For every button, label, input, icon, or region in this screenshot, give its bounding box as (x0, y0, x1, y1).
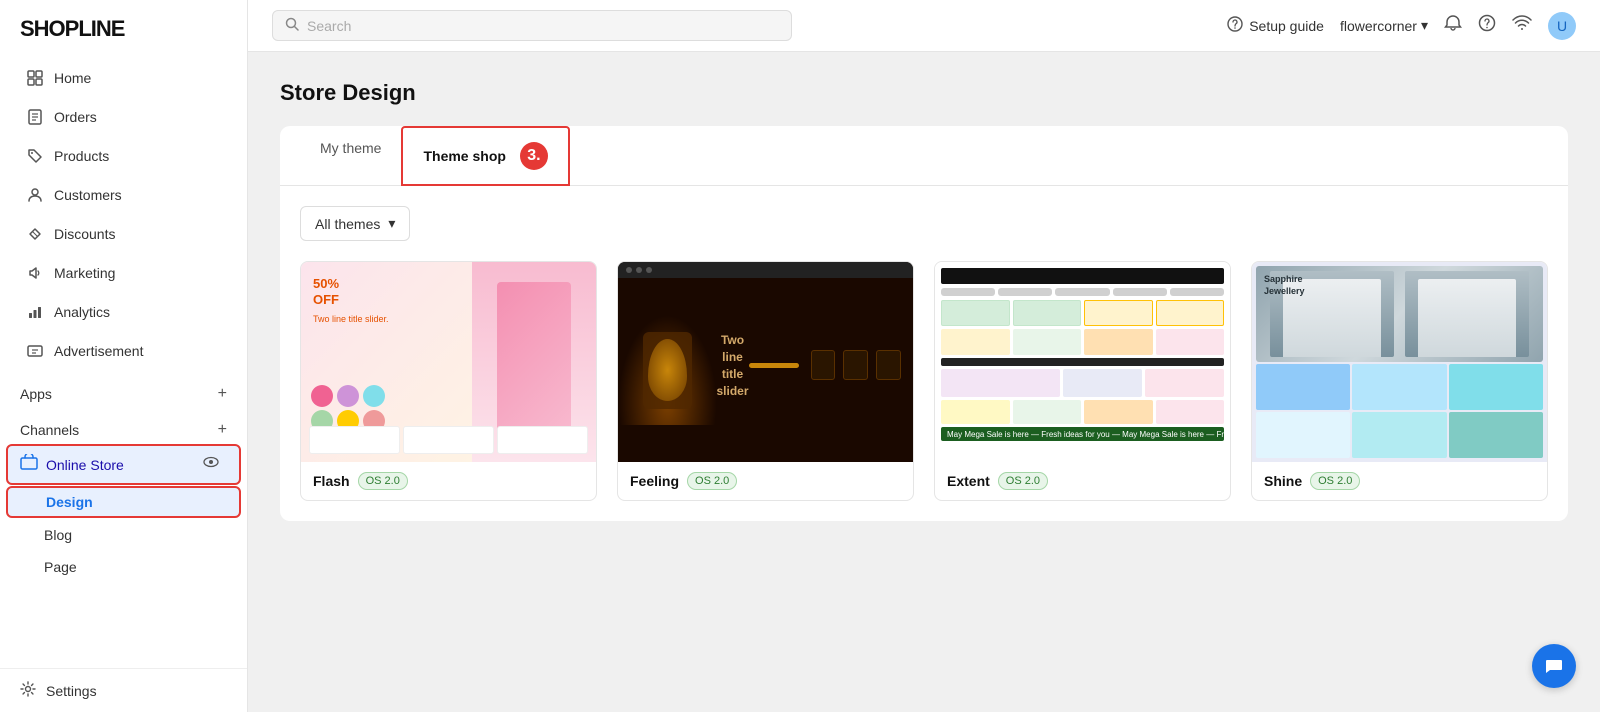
settings-icon (20, 681, 36, 700)
megaphone-icon (26, 264, 44, 282)
sidebar: SHOPLINE Home Orders Products Customers (0, 0, 248, 712)
theme-name-flash: Flash (313, 473, 350, 489)
topbar: Search Setup guide flowercorner ▾ (248, 0, 1600, 52)
settings-label: Settings (46, 683, 97, 699)
step-3-badge: 3. (520, 142, 548, 170)
grid-icon (26, 69, 44, 87)
setup-guide-label: Setup guide (1249, 18, 1324, 34)
sidebar-item-home[interactable]: Home (6, 59, 241, 97)
settings-item[interactable]: Settings (0, 668, 247, 712)
theme-name-shine: Shine (1264, 473, 1302, 489)
discount-icon (26, 225, 44, 243)
sidebar-item-customers-label: Customers (54, 187, 122, 203)
setup-guide[interactable]: Setup guide (1227, 16, 1324, 35)
theme-info-shine: Shine OS 2.0 (1252, 462, 1547, 500)
store-name: flowercorner (1340, 18, 1417, 34)
sidebar-item-advertisement[interactable]: Advertisement (6, 332, 241, 370)
store-selector[interactable]: flowercorner ▾ (1340, 17, 1428, 34)
tag-icon (26, 147, 44, 165)
design-sub-item[interactable]: Design (6, 486, 241, 518)
page-title: Store Design (280, 80, 1568, 106)
wifi-icon (1512, 15, 1532, 36)
sidebar-item-products-label: Products (54, 148, 109, 164)
theme-card-feeling[interactable]: Two linetitle slider (617, 261, 914, 501)
eye-icon[interactable] (203, 454, 219, 475)
theme-card-shine[interactable]: SapphireJewellery (1251, 261, 1548, 501)
channels-label[interactable]: Channels (20, 422, 79, 438)
theme-name-feeling: Feeling (630, 473, 679, 489)
sidebar-item-orders-label: Orders (54, 109, 97, 125)
main-area: Search Setup guide flowercorner ▾ (248, 0, 1600, 712)
search-icon (285, 17, 299, 34)
theme-preview-feeling: Two linetitle slider (618, 262, 913, 462)
tab-my-theme[interactable]: My theme (300, 126, 401, 186)
content-area: Store Design My theme Theme shop 3. All … (248, 52, 1600, 712)
filter-label: All themes (315, 216, 380, 232)
sidebar-item-home-label: Home (54, 70, 91, 86)
sidebar-item-customers[interactable]: Customers (6, 176, 241, 214)
tabs-container: My theme Theme shop 3. (280, 126, 1568, 186)
online-store-label: Online Store (46, 457, 124, 473)
apps-label[interactable]: Apps (20, 386, 52, 402)
theme-info-flash: Flash OS 2.0 (301, 462, 596, 500)
online-store-icon (20, 454, 38, 475)
channels-section-header: Channels + (0, 407, 247, 443)
logo: SHOPLINE (0, 0, 247, 58)
help-icon[interactable] (1478, 14, 1496, 37)
theme-info-feeling: Feeling OS 2.0 (618, 462, 913, 500)
theme-preview-flash: 50%OFF Two line title slider. (301, 262, 596, 462)
search-placeholder: Search (307, 18, 351, 34)
setup-guide-icon (1227, 16, 1243, 35)
sidebar-item-analytics[interactable]: Analytics (6, 293, 241, 331)
sidebar-nav: Home Orders Products Customers Discounts (0, 58, 247, 668)
sidebar-item-orders[interactable]: Orders (6, 98, 241, 136)
apps-section-header: Apps + (0, 371, 247, 407)
receipt-icon (26, 108, 44, 126)
avatar[interactable]: U (1548, 12, 1576, 40)
page-label: Page (44, 559, 77, 575)
person-icon (26, 186, 44, 204)
blog-label: Blog (44, 527, 72, 543)
theme-preview-extent: May Mega Sale is here — Fresh ideas for … (935, 262, 1230, 462)
sidebar-item-marketing-label: Marketing (54, 265, 115, 281)
theme-preview-shine: SapphireJewellery (1252, 262, 1547, 462)
chevron-down-icon: ▾ (1421, 17, 1428, 34)
channels-add-button[interactable]: + (218, 421, 227, 439)
sidebar-item-marketing[interactable]: Marketing (6, 254, 241, 292)
page-sub-item[interactable]: Page (0, 551, 247, 583)
search-bar[interactable]: Search (272, 10, 792, 41)
sidebar-item-analytics-label: Analytics (54, 304, 110, 320)
blog-sub-item[interactable]: Blog (0, 519, 247, 551)
theme-badge-flash: OS 2.0 (358, 472, 408, 490)
theme-badge-feeling: OS 2.0 (687, 472, 737, 490)
topbar-right: Setup guide flowercorner ▾ U (1227, 12, 1576, 40)
all-themes-filter[interactable]: All themes ▾ (300, 206, 410, 241)
chat-button[interactable] (1532, 644, 1576, 688)
sidebar-item-discounts-label: Discounts (54, 226, 115, 242)
apps-add-button[interactable]: + (218, 385, 227, 403)
notification-icon[interactable] (1444, 14, 1462, 37)
theme-badge-shine: OS 2.0 (1310, 472, 1360, 490)
main-card: My theme Theme shop 3. All themes ▾ (280, 126, 1568, 521)
theme-name-extent: Extent (947, 473, 990, 489)
sidebar-item-products[interactable]: Products (6, 137, 241, 175)
theme-info-extent: Extent OS 2.0 (935, 462, 1230, 500)
theme-grid: 50%OFF Two line title slider. (300, 261, 1548, 501)
ad-icon (26, 342, 44, 360)
design-label: Design (46, 494, 93, 510)
tab-theme-shop[interactable]: Theme shop 3. (401, 126, 569, 186)
sidebar-item-advertisement-label: Advertisement (54, 343, 143, 359)
sidebar-item-discounts[interactable]: Discounts (6, 215, 241, 253)
tab-content: All themes ▾ 50%OFF Two line title slide… (280, 186, 1568, 521)
filter-row: All themes ▾ (300, 206, 1548, 241)
chart-icon (26, 303, 44, 321)
filter-chevron-icon: ▾ (388, 215, 395, 232)
theme-badge-extent: OS 2.0 (998, 472, 1048, 490)
theme-card-extent[interactable]: May Mega Sale is here — Fresh ideas for … (934, 261, 1231, 501)
online-store-item[interactable]: Online Store (6, 444, 241, 485)
theme-card-flash[interactable]: 50%OFF Two line title slider. (300, 261, 597, 501)
